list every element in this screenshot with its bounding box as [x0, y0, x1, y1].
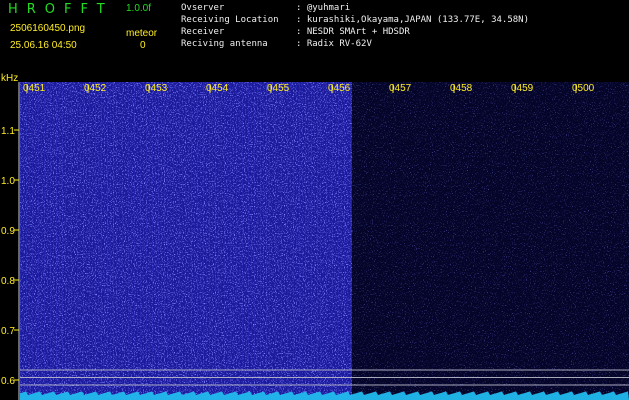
x-tick-label: 0459 — [511, 83, 534, 94]
y-tick-label: 1.0 — [1, 176, 15, 187]
app-version: 1.0.0f — [126, 3, 152, 14]
x-tick-label: 0457 — [389, 83, 412, 94]
x-tick-label: 0454 — [206, 83, 229, 94]
antenna-label: Reciving antenna — [181, 39, 268, 49]
x-tick-label: 0453 — [145, 83, 168, 94]
x-tick-label: 0500 — [572, 83, 595, 94]
meteor-counter-label: meteor — [126, 28, 158, 39]
observer-value: : @yuhmari — [296, 3, 351, 13]
y-tick-label: 0.7 — [1, 326, 15, 337]
x-tick-label: 0452 — [84, 83, 107, 94]
file-name: 2506160450.png — [10, 23, 86, 34]
antenna-value: : Radix RV-62V — [296, 39, 372, 49]
location-label: Receiving Location — [181, 15, 279, 25]
receiver-value: : NESDR SMArt + HDSDR — [296, 27, 410, 37]
spectrogram: 1.1 1.0 0.9 0.8 0.7 0.6 0451 0452 0453 0454 0455 04… — [1, 82, 629, 400]
x-tick-label: 0458 — [450, 83, 473, 94]
y-tick-label: 0.8 — [1, 276, 15, 287]
y-tick-label: 1.1 — [1, 126, 15, 137]
noise-speckle-quiet — [352, 82, 629, 400]
noise-speckle-active — [20, 82, 352, 400]
x-tick-label: 0456 — [328, 83, 351, 94]
capture-datetime: 25.06.16 04:50 — [10, 40, 77, 51]
hrofft-window: 1.1 1.0 0.9 0.8 0.7 0.6 0451 0452 0453 0454 0455 04… — [0, 0, 629, 400]
app-title: HROFFT — [8, 2, 114, 17]
x-tick-label: 0451 — [23, 83, 46, 94]
observer-label: Ovserver — [181, 3, 225, 13]
frequency-unit-label: kHz — [1, 73, 19, 84]
y-tick-label: 0.9 — [1, 226, 15, 237]
x-tick-label: 0455 — [267, 83, 290, 94]
receiver-label: Receiver — [181, 27, 225, 37]
location-value: : kurashiki,Okayama,JAPAN (133.77E, 34.5… — [296, 15, 529, 25]
y-tick-label: 0.6 — [1, 376, 15, 387]
meteor-counter-value: 0 — [140, 40, 146, 51]
